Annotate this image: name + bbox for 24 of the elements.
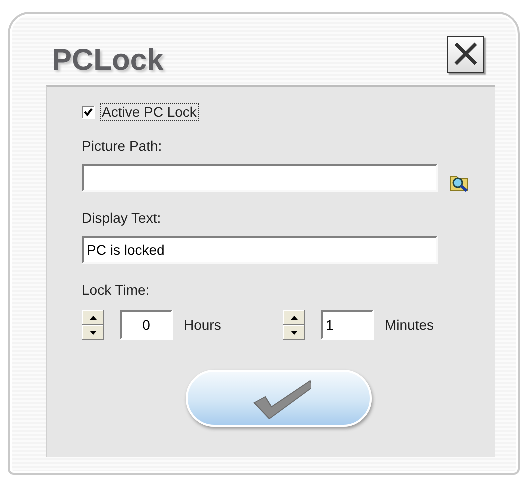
- checkbox-label[interactable]: Active PC Lock: [101, 104, 198, 120]
- input-field[interactable]: PC is locked: [82, 236, 438, 264]
- unit-label: Hours: [184, 317, 222, 333]
- number-field[interactable]: 1: [321, 310, 374, 340]
- down-arrow-icon: [90, 330, 96, 334]
- spin-up-button[interactable]: [82, 310, 104, 325]
- close-icon: [452, 41, 478, 67]
- up-arrow-icon: [90, 316, 96, 320]
- down-arrow-icon: [290, 330, 298, 334]
- ok-button[interactable]: [186, 370, 372, 427]
- close-button[interactable]: [447, 36, 484, 72]
- spin-down-button[interactable]: [283, 325, 305, 340]
- window-title: PCLock: [52, 44, 164, 78]
- input-field[interactable]: [82, 164, 438, 192]
- spin-down-button[interactable]: [82, 325, 104, 340]
- unit-label: Minutes: [385, 317, 434, 333]
- field-label: Picture Path:: [82, 138, 164, 154]
- checkbox[interactable]: [82, 106, 95, 118]
- up-arrow-icon: [290, 316, 298, 320]
- spin-up-button[interactable]: [283, 310, 305, 325]
- folder-search-icon[interactable]: [450, 174, 470, 192]
- field-label: Lock Time:: [82, 282, 151, 298]
- field-label: Display Text:: [82, 210, 162, 226]
- number-field[interactable]: 0: [120, 310, 173, 340]
